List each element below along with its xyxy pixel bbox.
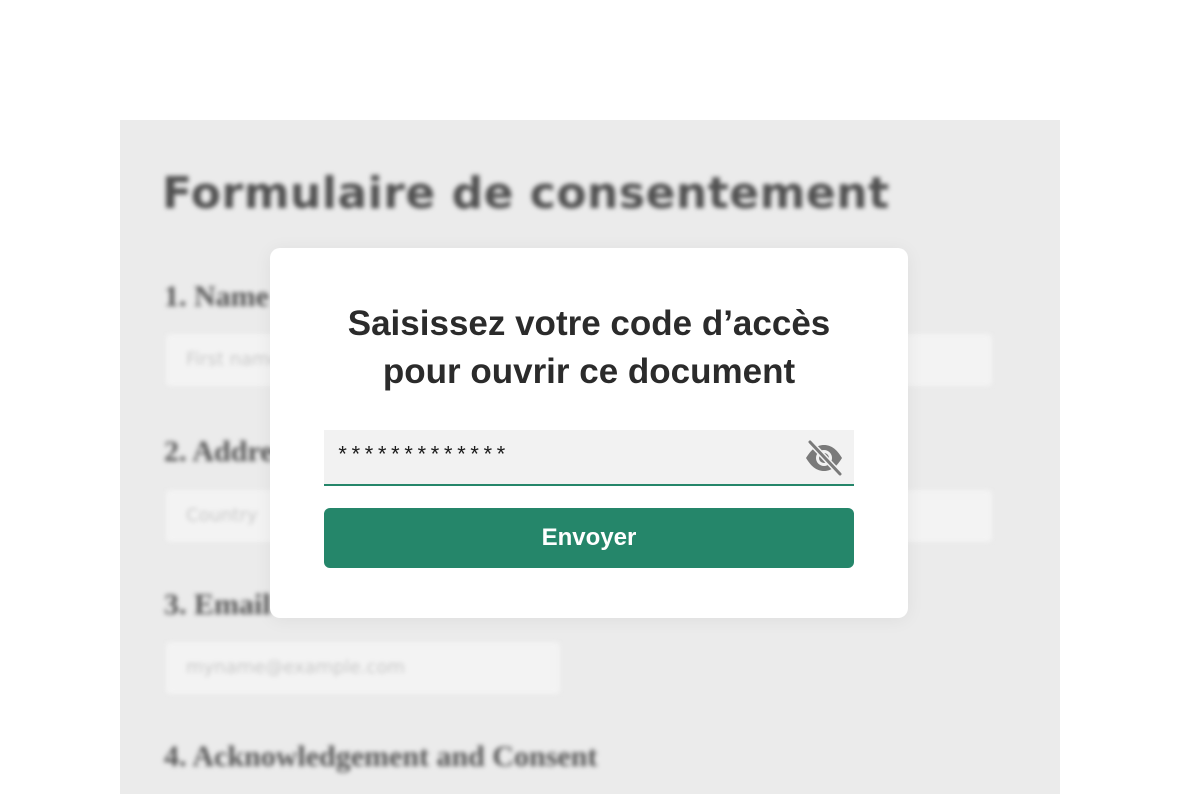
- eye-slash-icon[interactable]: [804, 439, 844, 477]
- submit-button[interactable]: Envoyer: [324, 508, 854, 568]
- dialog-title: Saisissez votre code d’accès pour ouvrir…: [270, 300, 908, 396]
- page: Formulaire de consentement 1. Name First…: [0, 0, 1180, 794]
- dialog-title-line-1: Saisissez votre code d’accès: [347, 304, 831, 343]
- dialog-title-line-2: pour ouvrir ce document: [382, 352, 796, 391]
- email-field: myname@example.com: [166, 642, 560, 694]
- section-label-name: 1. Name: [164, 280, 269, 313]
- access-code-dialog: Saisissez votre code d’accès pour ouvrir…: [270, 248, 908, 618]
- section-label-email: 3. Email: [164, 588, 271, 621]
- document-title: Formulaire de consentement: [162, 168, 890, 219]
- access-code-value: *************: [336, 444, 508, 469]
- section-label-consent: 4. Acknowledgement and Consent: [164, 740, 598, 773]
- access-code-input[interactable]: *************: [324, 430, 854, 486]
